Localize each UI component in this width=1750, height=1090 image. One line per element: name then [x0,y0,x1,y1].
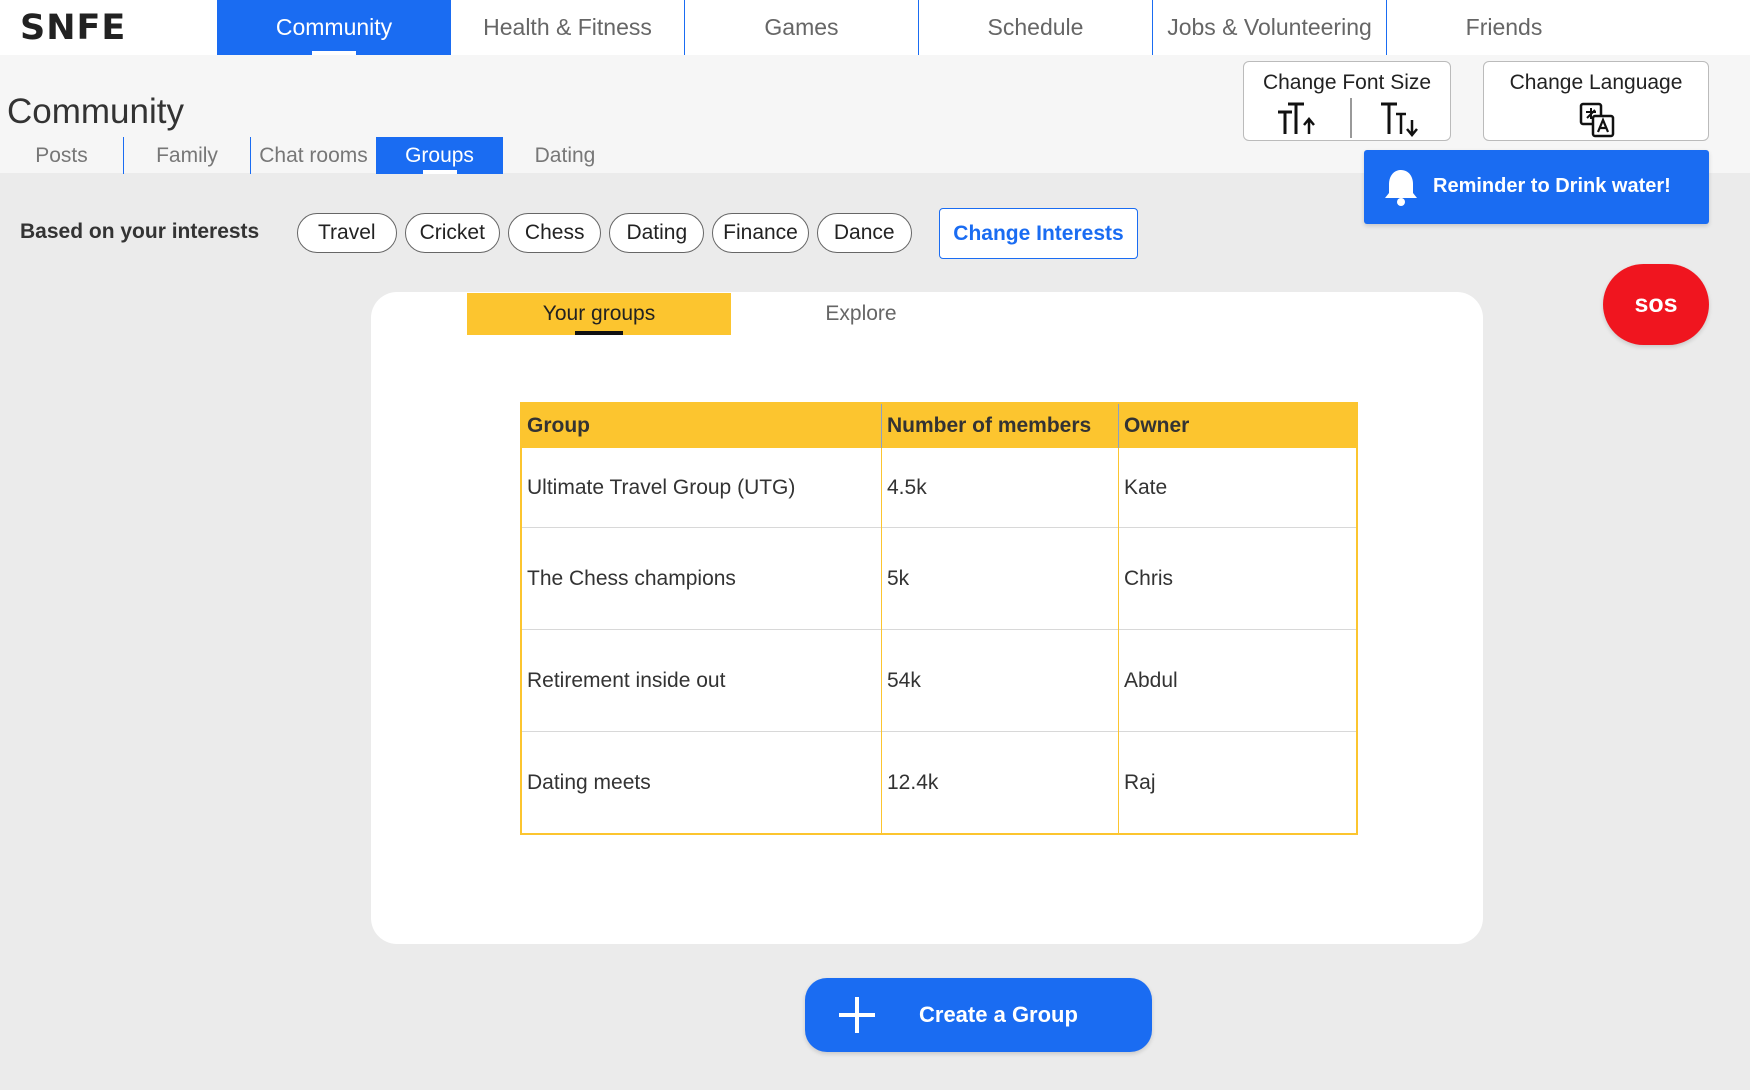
plus-icon [839,997,875,1033]
column-header-owner: Owner [1118,403,1357,448]
page-title: Community [7,92,184,131]
language-label: Change Language [1509,71,1683,94]
members-cell: 5k [881,527,1119,630]
members-cell: 54k [881,629,1119,732]
app-logo[interactable]: SNFE [20,8,126,48]
tab-your-groups[interactable]: Your groups [467,293,731,335]
owner-cell: Chris [1118,527,1357,630]
font-size-control: Change Font Size [1243,61,1451,141]
interest-chip-chess[interactable]: Chess [507,213,602,253]
interest-chip-finance[interactable]: Finance [712,213,809,253]
interest-chip-travel[interactable]: Travel [297,213,397,253]
font-decrease-button[interactable] [1368,99,1428,139]
create-group-button[interactable]: Create a Group [805,978,1152,1052]
tab-explore[interactable]: Explore [729,293,993,335]
members-cell: 12.4k [881,731,1119,834]
drink-water-reminder[interactable]: Reminder to Drink water! [1364,150,1709,224]
group-name-cell[interactable]: The Chess champions [521,527,882,630]
column-header-members: Number of members [881,403,1119,448]
sos-button[interactable]: sos [1603,264,1709,345]
group-name-cell[interactable]: Dating meets [521,731,882,834]
change-language-button[interactable]: Change Language [1483,61,1709,141]
subtab-dating[interactable]: Dating [503,137,627,174]
main-nav-tabs: Community Health & Fitness Games Schedul… [217,0,1621,55]
change-interests-button[interactable]: Change Interests [939,208,1138,259]
owner-cell: Raj [1118,731,1357,834]
table-row[interactable]: Ultimate Travel Group (UTG) 4.5k Kate [521,448,1357,528]
column-header-group: Group [521,403,882,448]
members-cell: 4.5k [881,448,1119,528]
nav-tab-health-fitness[interactable]: Health & Fitness [451,0,685,55]
owner-cell: Kate [1118,448,1357,528]
reminder-text: Reminder to Drink water! [1433,175,1671,197]
subtab-posts[interactable]: Posts [0,137,124,174]
interest-chips: Travel Cricket Chess Dating Finance Danc… [297,213,912,253]
table-row[interactable]: Dating meets 12.4k Raj [521,731,1357,834]
font-size-divider [1350,98,1352,138]
table-row[interactable]: The Chess champions 5k Chris [521,527,1357,630]
translate-icon [1579,102,1615,138]
subtab-groups[interactable]: Groups [376,137,503,174]
interests-label: Based on your interests [20,220,260,243]
interest-chip-cricket[interactable]: Cricket [404,213,500,253]
font-increase-icon [1278,102,1315,134]
group-name-cell[interactable]: Ultimate Travel Group (UTG) [521,448,882,528]
create-group-label: Create a Group [919,1002,1078,1027]
sub-nav-tabs: Posts Family Chat rooms Groups Dating [0,137,627,174]
subtab-family[interactable]: Family [124,137,251,174]
nav-tab-jobs-volunteering[interactable]: Jobs & Volunteering [1153,0,1387,55]
font-increase-button[interactable] [1266,99,1326,139]
nav-tab-schedule[interactable]: Schedule [919,0,1153,55]
subtab-chat-rooms[interactable]: Chat rooms [251,137,376,174]
groups-card: Your groups Explore Group Number of memb… [371,292,1483,944]
top-navigation: SNFE Community Health & Fitness Games Sc… [0,0,1750,55]
font-size-label: Change Font Size [1262,71,1432,94]
interest-chip-dance[interactable]: Dance [816,213,912,253]
nav-tab-community[interactable]: Community [217,0,451,55]
table-header-row: Group Number of members Owner [521,403,1357,448]
font-decrease-icon [1381,102,1418,137]
nav-tab-games[interactable]: Games [685,0,919,55]
owner-cell: Abdul [1118,629,1357,732]
groups-table: Group Number of members Owner Ultimate T… [520,402,1358,835]
nav-tab-friends[interactable]: Friends [1387,0,1621,55]
bell-icon [1385,170,1417,206]
interest-chip-dating[interactable]: Dating [609,213,705,253]
group-name-cell[interactable]: Retirement inside out [521,629,882,732]
table-row[interactable]: Retirement inside out 54k Abdul [521,629,1357,732]
